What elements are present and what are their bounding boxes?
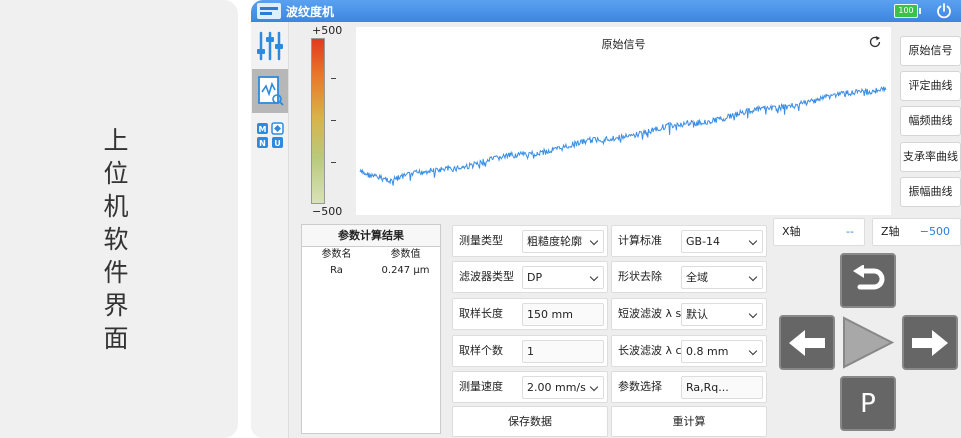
svg-text:U: U	[274, 139, 281, 148]
return-arrow-icon	[853, 264, 885, 289]
select-measure-speed[interactable]: 2.00 mm/s	[522, 376, 604, 399]
side-toolbar: M N U	[251, 22, 289, 438]
arrow-right-icon	[912, 329, 948, 356]
play-icon	[843, 316, 895, 369]
chevron-down-icon	[589, 382, 599, 392]
app-logo-icon	[257, 3, 281, 19]
results-header: 参数计算结果	[302, 225, 440, 247]
select-measure-type[interactable]: 粗糙度轮廓	[522, 230, 604, 253]
results-panel: 参数计算结果 参数名 参数值 Ra 0.247 μm	[301, 224, 441, 434]
power-icon[interactable]	[935, 2, 953, 20]
input-param-select[interactable]: Ra,Rq...	[681, 376, 763, 399]
chevron-down-icon	[589, 236, 599, 246]
btn-raw-signal[interactable]: 原始信号	[900, 36, 961, 66]
battery-indicator: 100	[894, 4, 921, 18]
field-form-removal: 形状去除 全域	[611, 261, 767, 293]
chevron-down-icon	[748, 236, 758, 246]
chevron-down-icon	[748, 309, 758, 319]
z-axis-label: Z轴	[881, 225, 900, 238]
svg-text:N: N	[259, 139, 266, 148]
chevron-down-icon	[748, 272, 758, 282]
signal-plot	[359, 86, 887, 186]
tool-report[interactable]	[252, 69, 288, 113]
scale-tick	[331, 78, 336, 79]
tool-settings[interactable]	[252, 24, 288, 68]
label-measure-speed: 测量速度	[459, 380, 503, 393]
x-axis-label: X轴	[782, 225, 801, 238]
label-short-filter: 短波滤波 λ s	[618, 307, 682, 320]
label-sample-count: 取样个数	[459, 344, 503, 357]
return-button[interactable]	[840, 253, 896, 308]
results-column-headers: 参数名 参数值	[302, 247, 440, 263]
label-form-removal: 形状去除	[618, 270, 662, 283]
svg-text:M: M	[259, 125, 267, 134]
select-standard[interactable]: GB-14	[681, 230, 763, 253]
field-param-select: 参数选择 Ra,Rq...	[611, 371, 767, 403]
tool-menu[interactable]: M N U	[252, 114, 288, 158]
left-arrow-button[interactable]	[779, 315, 835, 370]
input-sample-count[interactable]: 1	[522, 340, 604, 363]
scale-tick	[331, 162, 336, 163]
field-measure-speed: 测量速度 2.00 mm/s	[452, 371, 608, 403]
z-axis-value: −500	[919, 225, 950, 238]
param-value: 0.247 μm	[381, 265, 430, 276]
input-sample-length[interactable]: 150 mm	[522, 303, 604, 326]
report-chart-icon	[258, 76, 284, 106]
device-screen: 波纹度机 100 M N U +500 −500 原始信号 原始信号 评定曲线 …	[251, 0, 961, 438]
column-param-value: 参数值	[390, 249, 421, 260]
scale-min-label: −500	[312, 205, 343, 218]
field-standard: 计算标准 GB-14	[611, 225, 767, 257]
x-axis-value: --	[846, 225, 854, 238]
chevron-down-icon	[748, 346, 758, 356]
label-filter-type: 滤波器类型	[459, 270, 514, 283]
p-label: P	[860, 388, 876, 419]
app-title: 波纹度机	[286, 5, 335, 19]
btn-amplitude-curve[interactable]: 振幅曲线	[900, 177, 961, 207]
select-long-filter[interactable]: 0.8 mm	[681, 340, 763, 363]
table-row: Ra 0.247 μm	[302, 263, 440, 279]
field-measure-type: 测量类型 粗糙度轮廓	[452, 225, 608, 257]
p-button[interactable]: P	[840, 376, 896, 431]
caption-panel: 上位机软件界面	[0, 0, 238, 438]
z-axis-readout: Z轴 −500	[872, 218, 961, 246]
label-measure-type: 测量类型	[459, 234, 503, 247]
title-bar: 波纹度机 100	[251, 0, 961, 22]
play-button[interactable]	[840, 315, 896, 370]
field-filter-type: 滤波器类型 DP	[452, 261, 608, 293]
field-short-filter: 短波滤波 λ s 默认	[611, 298, 767, 330]
column-param-name: 参数名	[321, 249, 352, 260]
scale-max-label: +500	[312, 24, 343, 37]
select-filter-type[interactable]: DP	[522, 266, 604, 289]
btn-spectrum-curve[interactable]: 幅频曲线	[900, 106, 961, 136]
mnu-grid-icon: M N U	[257, 122, 284, 148]
field-sample-count: 取样个数 1	[452, 335, 608, 367]
chevron-down-icon	[589, 272, 599, 282]
right-arrow-button[interactable]	[902, 315, 958, 370]
select-short-filter[interactable]: 默认	[681, 303, 763, 326]
param-name: Ra	[330, 265, 343, 276]
color-scale-bar	[311, 38, 325, 204]
btn-bearing-ratio-curve[interactable]: 支承率曲线	[900, 142, 961, 172]
signal-chart[interactable]: 原始信号	[356, 27, 891, 215]
label-param-select: 参数选择	[618, 380, 662, 393]
scale-tick	[331, 120, 336, 121]
label-standard: 计算标准	[618, 234, 662, 247]
save-data-button[interactable]: 保存数据	[452, 406, 608, 437]
arrow-left-icon	[789, 329, 825, 356]
signal-series-line	[359, 86, 887, 186]
recalculate-button[interactable]: 重计算	[611, 406, 767, 437]
x-axis-readout: X轴 --	[773, 218, 865, 246]
btn-evaluation-curve[interactable]: 评定曲线	[900, 71, 961, 101]
select-form-removal[interactable]: 全域	[681, 266, 763, 289]
caption-text: 上位机软件界面	[103, 126, 129, 353]
label-sample-length: 取样长度	[459, 307, 503, 320]
sliders-icon	[257, 31, 283, 61]
field-sample-length: 取样长度 150 mm	[452, 298, 608, 330]
field-long-filter: 长波滤波 λ c 0.8 mm	[611, 335, 767, 367]
label-long-filter: 长波滤波 λ c	[618, 344, 682, 357]
